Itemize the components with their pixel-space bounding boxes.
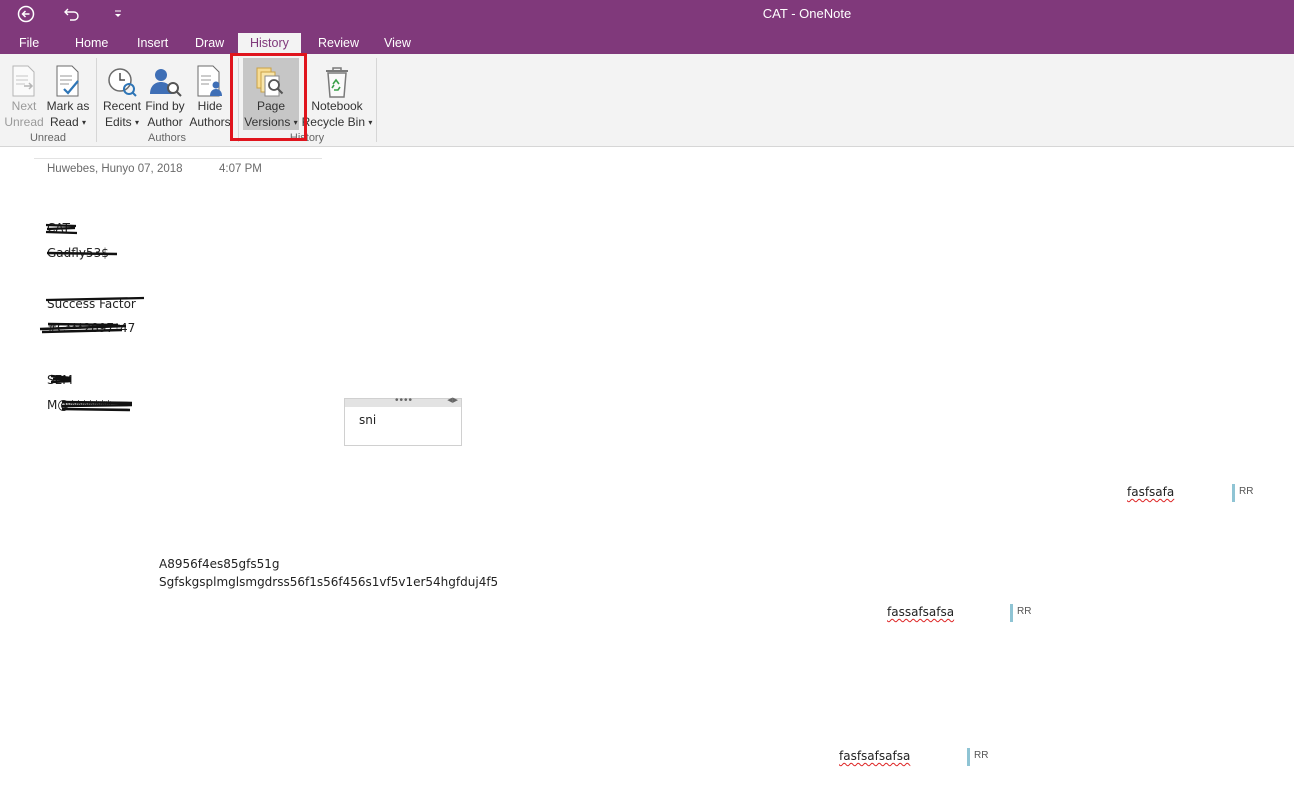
recycle-bin-icon [301,58,373,98]
dropdown-arrow-icon: ▾ [135,118,140,127]
next-unread-label-2: Unread [4,115,44,129]
recent-edits-label-2: Edits [104,115,132,129]
resize-arrows-icon[interactable]: ◀▶ [447,396,458,404]
ribbon-separator [96,58,97,142]
window-title: CAT - OneNote [762,6,852,21]
author-initials: RR [974,750,989,761]
code-text-line[interactable]: A8956f4es85gfs51g [159,557,280,571]
mark-as-read-button[interactable]: Mark as Read ▾ [45,58,91,131]
next-unread-icon [3,58,45,98]
authored-text[interactable]: fassafsafsa [887,605,954,619]
page-title-underline [34,158,322,159]
drag-dots-icon: •••• [395,395,414,406]
author-initials: RR [1239,486,1254,497]
find-by-author-label-2: Author [147,115,183,129]
find-author-icon [143,58,187,98]
mark-as-read-icon [45,58,91,98]
clock-icon [101,58,143,98]
find-by-author-button[interactable]: Find by Author [143,58,187,130]
next-unread-button[interactable]: Next Unread [3,58,45,130]
hide-authors-button[interactable]: Hide Authors [187,58,233,130]
recent-edits-label-1: Recent [102,99,142,113]
title-bar: CAT - OneNote [0,0,1294,30]
tab-history[interactable]: History [238,33,301,54]
ribbon: Next Unread Mark as Read ▾ Recent Edits … [0,54,1294,147]
notebook-recycle-bin-label-2: Recycle Bin [301,115,365,129]
author-indicator [1010,604,1013,622]
notebook-recycle-bin-button[interactable]: Notebook Recycle Bin ▾ [301,58,373,131]
mark-as-read-label-2: Read [49,115,79,129]
recent-edits-button[interactable]: Recent Edits ▾ [101,58,143,131]
ribbon-separator [376,58,377,142]
next-unread-label-1: Next [11,99,37,113]
page-date: Huwebes, Hunyo 07, 2018 [47,163,183,175]
author-indicator [1232,484,1235,502]
container-move-handle[interactable]: •••• ◀▶ [345,395,461,407]
group-label-authors: Authors [148,132,186,144]
notebook-recycle-bin-label-1: Notebook [311,99,363,113]
ribbon-tabs: File Home Insert Draw History Review Vie… [0,30,1294,54]
dropdown-arrow-icon: ▾ [82,118,87,127]
tab-view[interactable]: View [377,33,418,54]
author-indicator [967,748,970,766]
author-initials: RR [1017,606,1032,617]
dropdown-arrow-icon: ▾ [368,118,373,127]
authored-text[interactable]: fasfsafa [1127,485,1174,499]
tab-insert[interactable]: Insert [130,33,175,54]
tab-draw[interactable]: Draw [188,33,231,54]
scribble-redaction [46,251,118,256]
scribble-redaction [45,223,78,235]
note-container[interactable]: •••• ◀▶ sni [344,395,462,446]
hide-authors-icon [187,58,233,98]
tab-home[interactable]: Home [68,33,115,54]
hide-authors-label-2: Authors [189,115,231,129]
tab-review[interactable]: Review [311,33,366,54]
scribble-redaction [45,296,145,302]
code-text-line[interactable]: Sgfskgsplmglsmgdrss56f1s56f456s1vf5v1er5… [159,575,498,589]
scribble-redaction [61,400,133,412]
group-label-unread: Unread [29,132,67,144]
scribble-redaction [50,374,72,384]
page-versions-highlight [230,53,307,141]
hide-authors-label-1: Hide [197,99,223,113]
page-time: 4:07 PM [219,163,262,175]
mark-as-read-label-1: Mark as [46,99,90,113]
tab-file[interactable]: File [12,33,46,54]
scribble-redaction [39,322,127,334]
authored-text[interactable]: fasfsafsafsa [839,749,910,763]
container-text[interactable]: sni [359,413,376,427]
find-by-author-label-1: Find by [145,99,185,113]
